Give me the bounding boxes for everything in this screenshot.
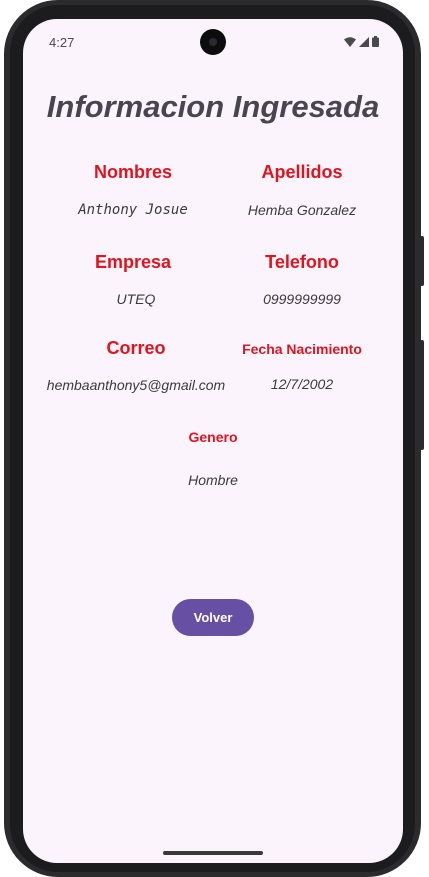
status-time: 4:27: [49, 35, 75, 50]
status-icons: [344, 36, 379, 47]
empresa-value: UTEQ: [116, 291, 156, 307]
signal-icon: [359, 36, 369, 47]
empresa-label: Empresa: [94, 252, 172, 272]
home-indicator[interactable]: [163, 851, 263, 855]
correo-value: hembaanthony5@gmail.com: [46, 377, 226, 393]
genero-label: Genero: [188, 429, 238, 445]
back-button[interactable]: Volver: [172, 599, 254, 636]
fecha-nacimiento-value: 12/7/2002: [270, 376, 334, 392]
telefono-label: Telefono: [265, 252, 339, 272]
nombres-value: Anthony Josue: [78, 202, 188, 218]
fecha-nacimiento-label: Fecha Nacimiento: [242, 341, 362, 357]
volume-button: [420, 340, 424, 450]
genero-value: Hombre: [188, 472, 238, 488]
correo-label: Correo: [106, 338, 166, 358]
apellidos-value: Hemba Gonzalez: [247, 202, 357, 218]
wifi-icon: [344, 36, 356, 47]
nombres-label: Nombres: [93, 162, 173, 182]
telefono-value: 0999999999: [263, 291, 341, 307]
battery-icon: [372, 36, 379, 47]
app-screen: 4:27 Informacion Ingresada Nombres Apell…: [23, 19, 403, 863]
power-button: [420, 236, 424, 286]
front-camera: [200, 29, 226, 55]
page-title: Informacion Ingresada: [46, 89, 380, 124]
apellidos-label: Apellidos: [261, 162, 343, 182]
